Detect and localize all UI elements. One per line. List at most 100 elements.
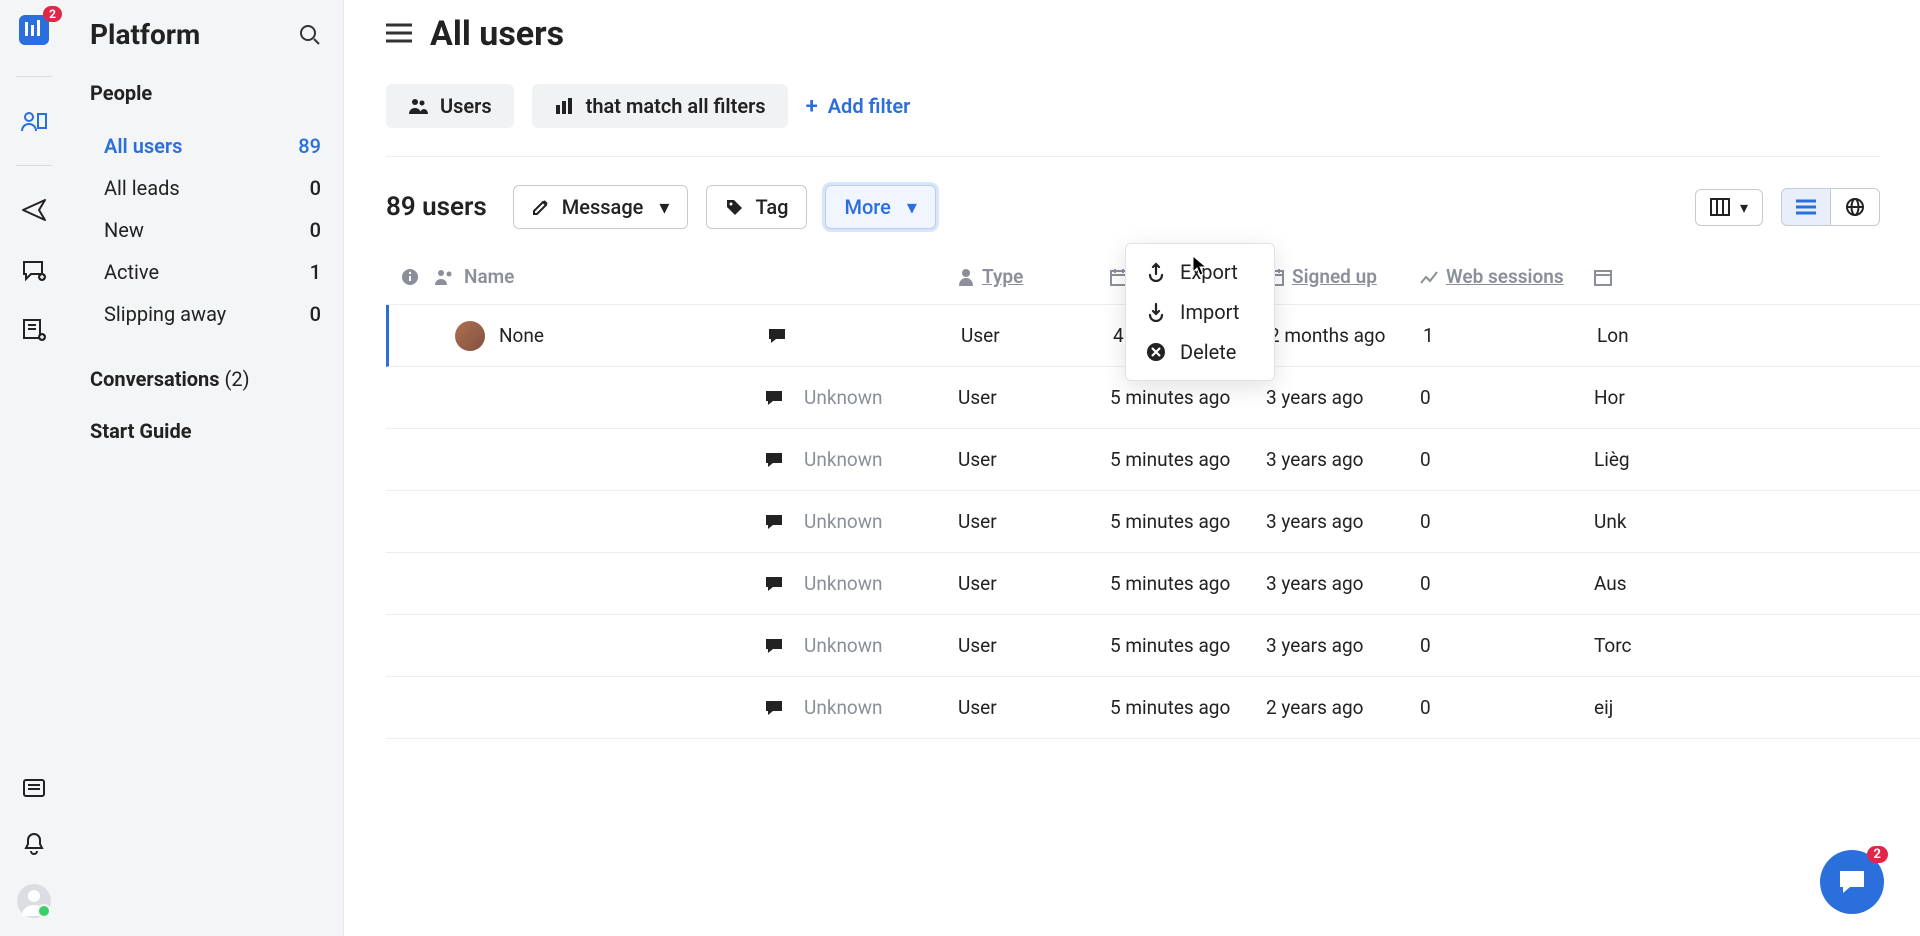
search-icon[interactable]	[299, 24, 321, 46]
cell-city: eij	[1594, 696, 1714, 719]
sidebar-item-all-leads[interactable]: All leads 0	[90, 167, 321, 209]
cell-signed-up: 2 months ago	[1269, 324, 1423, 347]
col-signed-up[interactable]: Signed up	[1266, 265, 1420, 288]
sidebar-item-label: Slipping away	[104, 302, 226, 326]
cell-type: User	[961, 324, 1113, 347]
cell-web-sessions: 0	[1420, 510, 1594, 533]
more-dropdown: Export Import Delete	[1125, 243, 1275, 381]
message-button[interactable]: Message ▾	[513, 185, 689, 229]
table-row[interactable]: UnknownUser5 minutes ago3 years ago0Unk	[386, 491, 1920, 553]
sidebar-title: Platform	[90, 18, 200, 51]
table-row[interactable]: UnknownUser5 minutes ago3 years ago0Lièg	[386, 429, 1920, 491]
rail-messages-icon[interactable]	[18, 254, 50, 286]
sidebar-item-all-users[interactable]: All users 89	[90, 125, 321, 167]
menu-delete[interactable]: Delete	[1126, 332, 1274, 372]
sidebar-item-active[interactable]: Active 1	[90, 251, 321, 293]
chat-launcher[interactable]: 2	[1820, 850, 1884, 914]
cell-type: User	[958, 696, 1110, 719]
rail-bell-icon[interactable]	[18, 828, 50, 860]
cell-signed-up: 2 years ago	[1266, 696, 1420, 719]
add-filter-button[interactable]: + Add filter	[806, 94, 911, 119]
sidebar-item-new[interactable]: New 0	[90, 209, 321, 251]
cell-web-sessions: 0	[1420, 696, 1594, 719]
app-logo[interactable]: 2	[16, 12, 52, 48]
icon-rail: 2	[0, 0, 68, 936]
row-chat-icon[interactable]	[744, 513, 804, 531]
cell-city: Hor	[1594, 386, 1714, 409]
cell-type: User	[958, 386, 1110, 409]
delete-icon	[1146, 342, 1166, 362]
row-chat-icon[interactable]	[744, 637, 804, 655]
cell-email: Unknown	[804, 510, 958, 533]
add-filter-label: Add filter	[828, 94, 911, 118]
row-chat-icon[interactable]	[744, 575, 804, 593]
sidebar-list: All users 89 All leads 0 New 0 Active 1 …	[90, 125, 321, 335]
cell-signed-up: 3 years ago	[1266, 634, 1420, 657]
tag-icon	[725, 198, 743, 216]
cell-web-sessions: 1	[1423, 324, 1597, 347]
col-info[interactable]	[386, 268, 434, 286]
cell-web-sessions: 0	[1420, 634, 1594, 657]
sidebar-conversations-label: Conversations	[90, 367, 220, 391]
sidebar-item-count: 1	[310, 260, 321, 284]
rail-badge: 2	[43, 6, 62, 22]
sidebar-item-label: All leads	[104, 176, 180, 200]
list-view-button[interactable]	[1781, 188, 1831, 226]
cell-city: Unk	[1594, 510, 1714, 533]
sidebar-item-count: 0	[310, 218, 321, 242]
cell-name: None	[499, 324, 544, 347]
col-name[interactable]: Name	[434, 265, 744, 288]
rail-send-icon[interactable]	[18, 194, 50, 226]
col-type[interactable]: Type	[958, 265, 1110, 288]
user-avatar[interactable]	[17, 884, 51, 918]
sidebar-item-count: 0	[310, 176, 321, 200]
rail-articles-icon[interactable]	[18, 314, 50, 346]
sidebar-start-guide[interactable]: Start Guide	[90, 405, 321, 457]
rail-people-icon[interactable]	[18, 105, 50, 137]
rail-book-icon[interactable]	[18, 772, 50, 804]
columns-button[interactable]: ▾	[1695, 189, 1763, 226]
button-label: Message	[562, 195, 644, 219]
sidebar-item-count: 89	[298, 134, 321, 158]
filter-row: Users that match all filters + Add filte…	[386, 84, 1880, 157]
menu-export[interactable]: Export	[1126, 252, 1274, 292]
cell-signed-up: 3 years ago	[1266, 510, 1420, 533]
cell-city: Torc	[1594, 634, 1714, 657]
divider	[16, 165, 52, 166]
col-city[interactable]	[1594, 268, 1714, 286]
sidebar-conversations[interactable]: Conversations (2)	[90, 353, 321, 405]
filter-chip-users[interactable]: Users	[386, 84, 514, 128]
tag-button[interactable]: Tag	[706, 185, 807, 229]
table-row[interactable]: UnknownUser5 minutes ago3 years ago0Aus	[386, 553, 1920, 615]
cell-signed-up: 3 years ago	[1266, 386, 1420, 409]
cell-email: Unknown	[804, 572, 958, 595]
table-row[interactable]: UnknownUser5 minutes ago3 years ago0Torc	[386, 615, 1920, 677]
filter-chip-match[interactable]: that match all filters	[532, 84, 788, 128]
cell-signed-up: 3 years ago	[1266, 448, 1420, 471]
cell-type: User	[958, 572, 1110, 595]
cell-email: Unknown	[804, 448, 958, 471]
row-chat-icon[interactable]	[744, 389, 804, 407]
col-label: Name	[464, 265, 514, 288]
table-row[interactable]: UnknownUser5 minutes ago2 years ago0eij	[386, 677, 1920, 739]
user-icon	[958, 268, 974, 286]
more-button[interactable]: More ▾	[825, 185, 935, 229]
columns-icon	[1710, 198, 1730, 216]
menu-import[interactable]: Import	[1126, 292, 1274, 332]
col-label: Signed up	[1292, 265, 1377, 288]
globe-view-button[interactable]	[1831, 188, 1880, 226]
chevron-down-icon: ▾	[907, 195, 917, 219]
row-avatar	[455, 321, 485, 351]
button-label: Tag	[755, 195, 788, 219]
cell-type: User	[958, 510, 1110, 533]
row-chat-icon[interactable]	[744, 699, 804, 717]
cell-type: User	[958, 448, 1110, 471]
hamburger-icon[interactable]	[386, 23, 412, 45]
col-label: Type	[982, 265, 1023, 288]
page-title: All users	[430, 14, 564, 54]
row-chat-icon[interactable]	[744, 451, 804, 469]
sidebar-item-slipping-away[interactable]: Slipping away 0	[90, 293, 321, 335]
sidebar-section-people[interactable]: People	[90, 81, 321, 105]
col-web-sessions[interactable]: Web sessions	[1420, 265, 1594, 288]
row-chat-icon[interactable]	[747, 327, 807, 345]
